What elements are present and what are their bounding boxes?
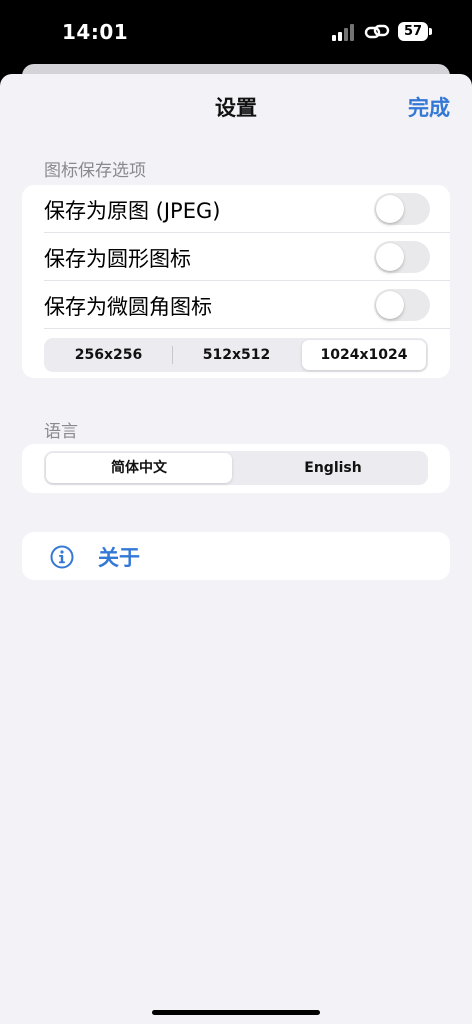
size-segmented-control: 256x256 512x512 1024x1024: [44, 338, 428, 372]
battery-level: 57: [398, 22, 428, 41]
size-option-256[interactable]: 256x256: [46, 340, 171, 370]
save-original-toggle[interactable]: [374, 193, 430, 225]
icon-save-options-card: 保存为原图 (JPEG) 保存为圆形图标 保存为微圆角图标 256x256 51…: [22, 185, 450, 378]
option-row-original-jpeg: 保存为原图 (JPEG): [22, 185, 450, 233]
icon-save-section-header: 图标保存选项: [44, 161, 146, 181]
screen: 14:01 57 设置 完成 图标保存选项 保存为原图 (JPEG) 保存为圆形…: [0, 0, 472, 1024]
language-card: 简体中文 English: [22, 444, 450, 493]
about-label: 关于: [98, 546, 140, 570]
language-section-header: 语言: [44, 422, 78, 442]
option-label: 保存为原图 (JPEG): [44, 199, 221, 223]
cellular-signal-icon: [332, 23, 358, 41]
language-option-en[interactable]: English: [240, 453, 426, 483]
status-time: 14:01: [62, 20, 129, 44]
language-option-zh[interactable]: 简体中文: [46, 453, 232, 483]
page-title: 设置: [215, 96, 257, 120]
size-option-512[interactable]: 512x512: [173, 340, 300, 370]
option-label: 保存为圆形图标: [44, 247, 191, 271]
option-label: 保存为微圆角图标: [44, 295, 212, 319]
home-indicator: [152, 1010, 320, 1015]
save-rounded-toggle[interactable]: [374, 289, 430, 321]
language-segmented-control: 简体中文 English: [44, 451, 428, 485]
status-bar: 14:01 57: [0, 0, 472, 64]
battery-icon: 57: [398, 22, 432, 41]
size-option-1024[interactable]: 1024x1024: [302, 340, 426, 370]
save-circle-toggle[interactable]: [374, 241, 430, 273]
settings-sheet: 设置 完成 图标保存选项 保存为原图 (JPEG) 保存为圆形图标 保存为微圆角…: [0, 74, 472, 1024]
done-button[interactable]: 完成: [408, 92, 450, 122]
info-icon: [50, 545, 74, 569]
option-row-rounded-icon: 保存为微圆角图标: [22, 281, 450, 329]
about-row[interactable]: 关于: [22, 532, 450, 580]
link-icon: [364, 24, 390, 39]
option-row-circle-icon: 保存为圆形图标: [22, 233, 450, 281]
